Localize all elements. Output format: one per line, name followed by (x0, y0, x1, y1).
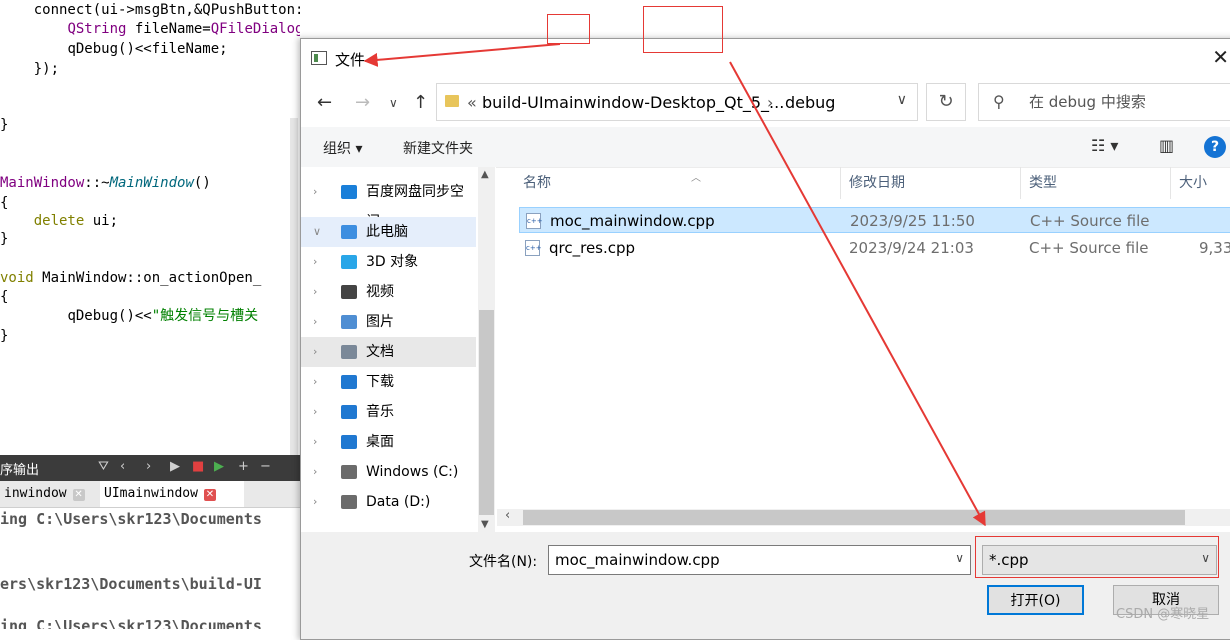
arrow-to-title (363, 43, 561, 67)
arrow-to-filter (729, 61, 986, 527)
annotation-arrows (363, 43, 986, 527)
watermark: CSDN @寒晓星 (1116, 607, 1210, 622)
